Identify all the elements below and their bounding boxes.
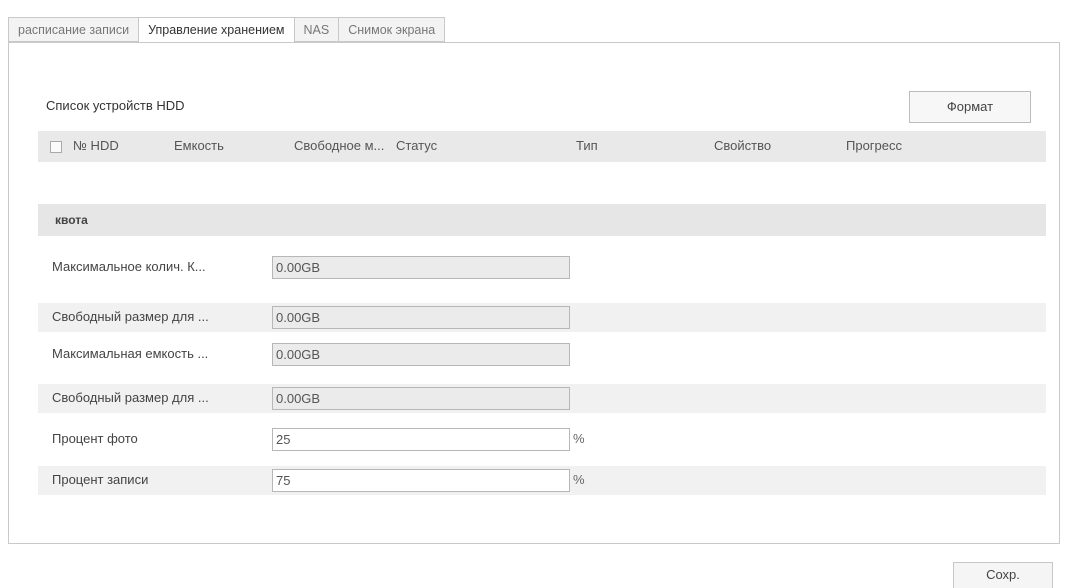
quota-title: квота bbox=[55, 213, 88, 227]
tab-nas[interactable]: NAS bbox=[294, 17, 340, 42]
column-hdd-no[interactable]: № HDD bbox=[73, 138, 119, 153]
quota-row-label: Свободный размер для ... bbox=[52, 309, 209, 324]
quota-row-free-record-size: Свободный размер для ... 0.00GB bbox=[38, 384, 1046, 413]
percent-unit: % bbox=[573, 472, 585, 487]
save-button[interactable]: Сохр. bbox=[953, 562, 1053, 588]
quota-row-max-record-capacity: Максимальная емкость ... 0.00GB bbox=[38, 340, 1046, 369]
tab-bar: расписание записи Управление хранением N… bbox=[8, 17, 446, 43]
quota-row-label: Процент записи bbox=[52, 472, 149, 487]
column-capacity[interactable]: Емкость bbox=[174, 138, 224, 153]
quota-row-max-capacity: Максимальное колич. К... 0.00GB bbox=[38, 253, 1046, 282]
hdd-list-title: Список устройств HDD bbox=[46, 98, 185, 113]
tab-snapshot[interactable]: Снимок экрана bbox=[339, 17, 446, 42]
hdd-table-header: № HDD Емкость Свободное м... Статус Тип … bbox=[38, 131, 1046, 162]
quota-row-label: Процент фото bbox=[52, 431, 138, 446]
quota-row-label: Максимальная емкость ... bbox=[52, 346, 209, 361]
format-button[interactable]: Формат bbox=[909, 91, 1031, 123]
quota-row-record-percent: Процент записи 75 % bbox=[38, 466, 1046, 495]
record-percent-input[interactable]: 75 bbox=[272, 469, 570, 492]
picture-percent-input[interactable]: 25 bbox=[272, 428, 570, 451]
quota-max-picture-capacity-field: 0.00GB bbox=[272, 256, 570, 279]
column-type[interactable]: Тип bbox=[576, 138, 598, 153]
column-free-space[interactable]: Свободное м... bbox=[294, 138, 384, 153]
percent-unit: % bbox=[573, 431, 585, 446]
quota-row-label: Максимальное колич. К... bbox=[52, 259, 206, 274]
column-status[interactable]: Статус bbox=[396, 138, 437, 153]
tab-storage-management[interactable]: Управление хранением bbox=[139, 17, 295, 43]
quota-row-label: Свободный размер для ... bbox=[52, 390, 209, 405]
quota-section-header: квота bbox=[38, 204, 1046, 236]
column-progress[interactable]: Прогресс bbox=[846, 138, 902, 153]
tab-record-schedule[interactable]: расписание записи bbox=[8, 17, 140, 42]
select-all-checkbox[interactable] bbox=[50, 141, 62, 153]
quota-row-free-size: Свободный размер для ... 0.00GB bbox=[38, 303, 1046, 332]
quota-free-size-picture-field: 0.00GB bbox=[272, 306, 570, 329]
column-property[interactable]: Свойство bbox=[714, 138, 771, 153]
quota-max-record-capacity-field: 0.00GB bbox=[272, 343, 570, 366]
quota-row-picture-percent: Процент фото 25 % bbox=[38, 425, 1046, 454]
storage-settings-page: расписание записи Управление хранением N… bbox=[0, 0, 1068, 588]
quota-free-size-record-field: 0.00GB bbox=[272, 387, 570, 410]
